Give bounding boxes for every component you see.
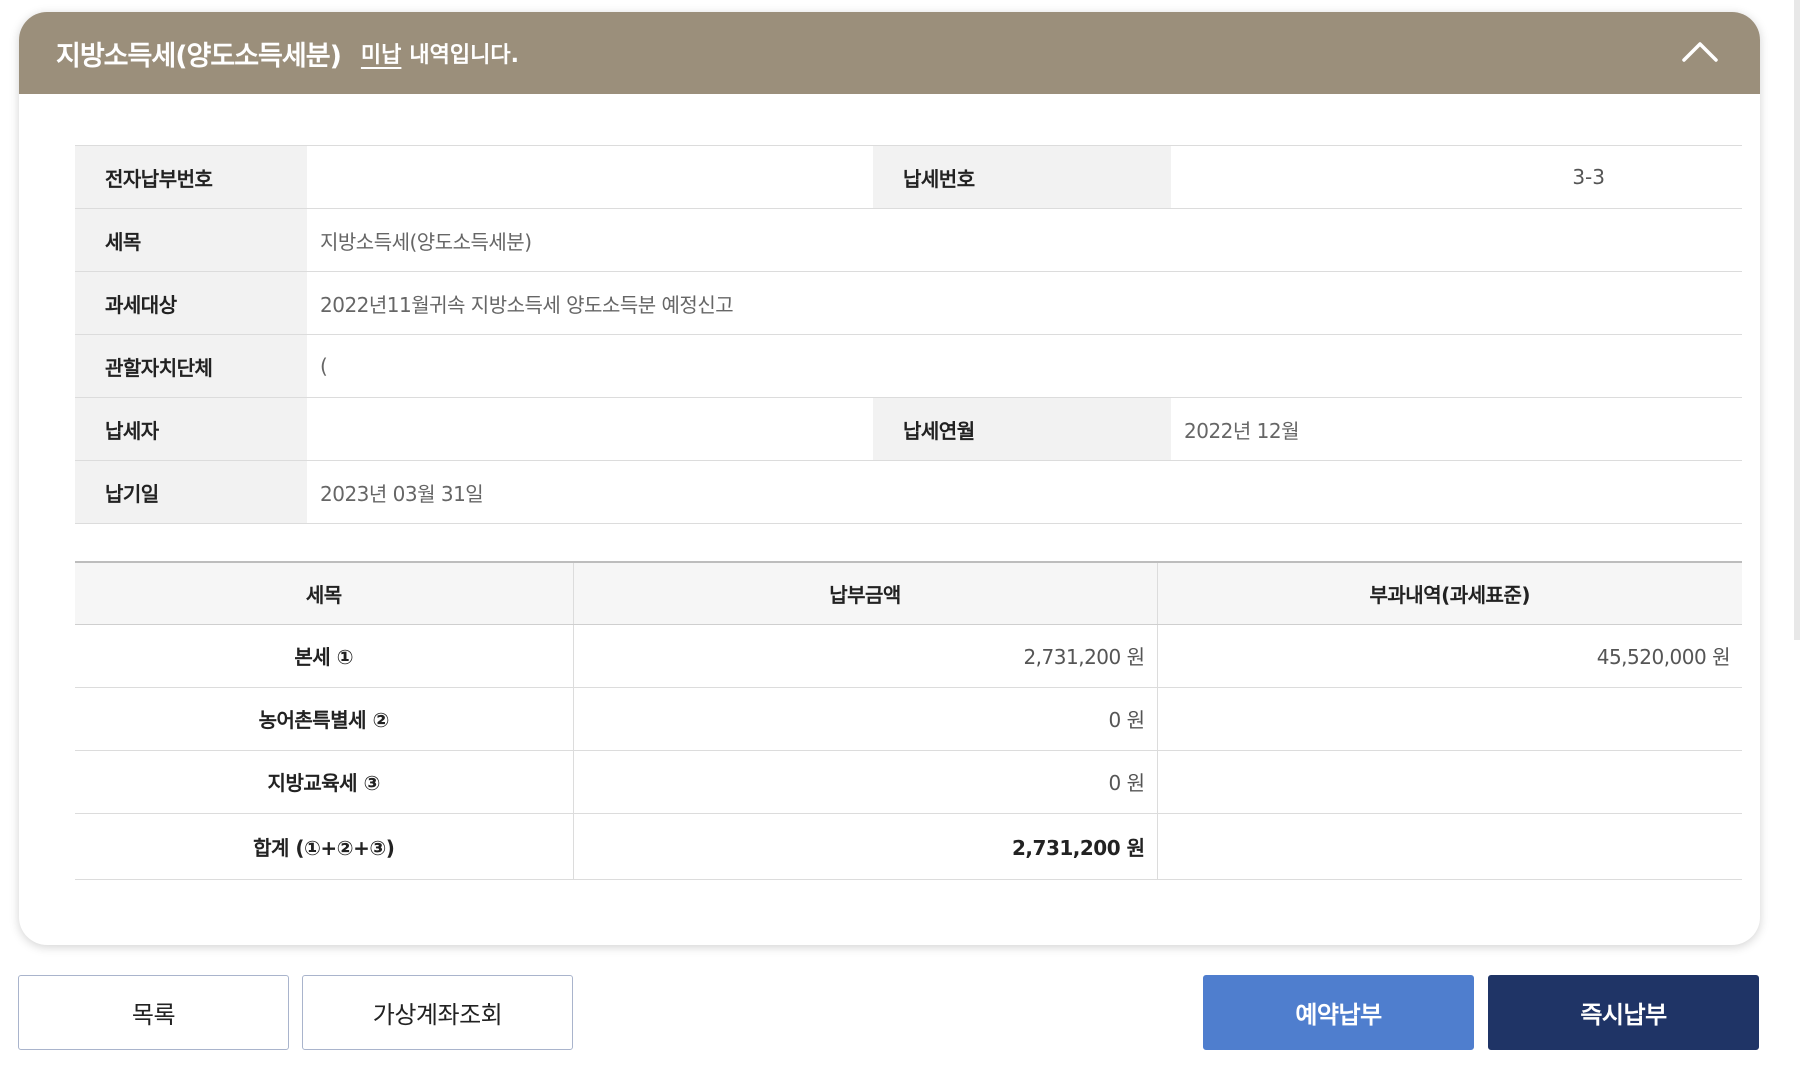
info-row: 세목 지방소득세(양도소득세분) [75,208,1742,272]
authority-label: 관할자치단체 [75,334,307,398]
total-name: 합계 (①+②+③) [75,813,573,880]
row-base [1156,750,1742,814]
row-amount: 2,731,200 원 [572,624,1157,688]
row-amount: 0 원 [572,687,1157,751]
tax-month-value: 2022년 12월 [1171,397,1742,461]
table-row: 지방교육세 ③ 0 원 [75,750,1742,814]
electronic-payment-no-label: 전자납부번호 [75,145,307,209]
total-base [1156,813,1742,880]
list-button[interactable]: 목록 [18,975,289,1050]
due-date-value: 2023년 03월 31일 [307,460,1742,524]
row-base [1156,687,1742,751]
tax-detail-panel: 지방소득세(양도소득세분) 미납 내역입니다. 전자납부번호 납세번호 3-3 … [19,12,1760,945]
tax-no-value: 3-3 [1171,145,1742,209]
due-date-label: 납기일 [75,460,307,524]
amount-table: 세목 납부금액 부과내역(과세표준) 본세 ① 2,731,200 원 45,5… [75,561,1742,880]
row-amount: 0 원 [572,750,1157,814]
panel-header: 지방소득세(양도소득세분) 미납 내역입니다. [19,12,1760,94]
info-row: 납기일 2023년 03월 31일 [75,460,1742,524]
tax-month-label: 납세연월 [873,397,1171,461]
authority-value: ( [307,334,1742,398]
taxpayer-label: 납세자 [75,397,307,461]
total-amount: 2,731,200 원 [572,813,1157,880]
total-row: 합계 (①+②+③) 2,731,200 원 [75,813,1742,880]
column-header-amount: 납부금액 [572,561,1157,625]
tax-no-label: 납세번호 [873,145,1171,209]
amount-header-row: 세목 납부금액 부과내역(과세표준) [75,561,1742,625]
scrollbar[interactable] [1794,0,1800,640]
chevron-up-icon[interactable] [1678,32,1722,72]
scheduled-payment-button[interactable]: 예약납부 [1203,975,1474,1050]
row-name: 본세 ① [75,624,573,688]
row-name: 농어촌특별세 ② [75,687,573,751]
unpaid-status: 미납 [360,43,402,68]
row-base: 45,520,000 원 [1156,624,1742,688]
table-row: 농어촌특별세 ② 0 원 [75,687,1742,751]
header-suffix: 내역입니다. [409,43,519,68]
electronic-payment-no-value [307,145,873,209]
tax-target-value: 2022년11월귀속 지방소득세 양도소득분 예정신고 [307,271,1742,335]
info-row: 납세자 납세연월 2022년 12월 [75,397,1742,461]
virtual-account-button[interactable]: 가상계좌조회 [302,975,573,1050]
tax-info-table: 전자납부번호 납세번호 3-3 세목 지방소득세(양도소득세분) 과세대상 20… [75,145,1742,524]
tax-target-label: 과세대상 [75,271,307,335]
row-name: 지방교육세 ③ [75,750,573,814]
info-row: 전자납부번호 납세번호 3-3 [75,145,1742,209]
tax-item-value: 지방소득세(양도소득세분) [307,208,1742,272]
tax-item-label: 세목 [75,208,307,272]
info-row: 과세대상 2022년11월귀속 지방소득세 양도소득분 예정신고 [75,271,1742,335]
info-row: 관할자치단체 ( [75,334,1742,398]
column-header-base: 부과내역(과세표준) [1156,561,1742,625]
instant-payment-button[interactable]: 즉시납부 [1488,975,1759,1050]
column-header-item: 세목 [75,561,573,625]
taxpayer-value [307,397,873,461]
header-title: 지방소득세(양도소득세분) [56,40,342,72]
table-row: 본세 ① 2,731,200 원 45,520,000 원 [75,624,1742,688]
